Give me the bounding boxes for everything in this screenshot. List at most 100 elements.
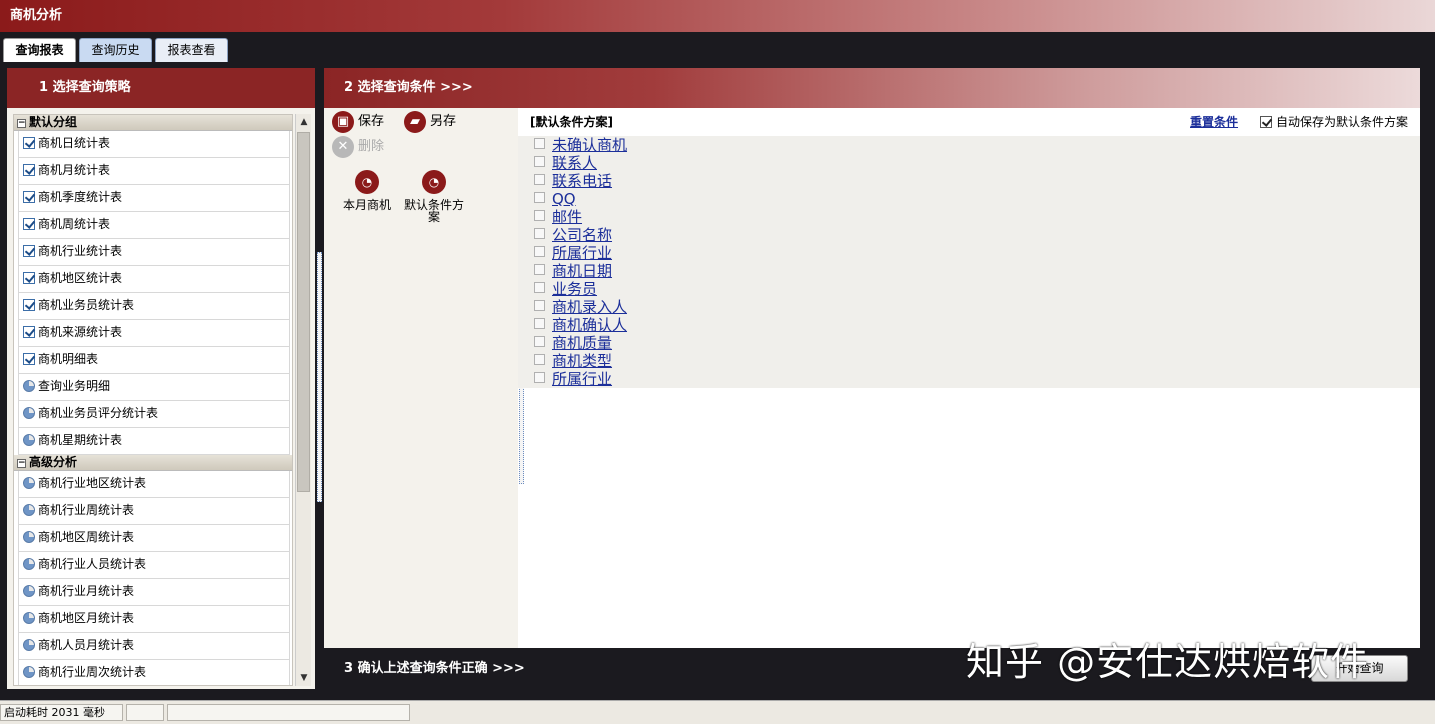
strategy-item[interactable]: 商机地区统计表 [18, 266, 290, 293]
condition-checkbox[interactable] [534, 156, 545, 167]
condition-link[interactable]: 联系电话 [552, 172, 612, 190]
condition-checkbox[interactable] [534, 228, 545, 239]
left-splitter[interactable] [317, 252, 322, 502]
strategy-item[interactable]: 商机季度统计表 [18, 185, 290, 212]
check-icon [23, 272, 35, 284]
tree-group-header[interactable]: − 默认分组 [14, 115, 292, 131]
strategy-item[interactable]: 商机人员月统计表 [18, 633, 290, 660]
condition-item: 公司名称 [534, 227, 1420, 245]
scroll-thumb[interactable] [297, 132, 310, 492]
strategy-item[interactable]: 商机明细表 [18, 347, 290, 374]
condition-checkbox[interactable] [534, 354, 545, 365]
check-icon [23, 353, 35, 365]
reset-conditions-link[interactable]: 重置条件 [1190, 108, 1238, 136]
strategy-item[interactable]: 商机来源统计表 [18, 320, 290, 347]
scroll-down-icon[interactable]: ▼ [296, 670, 312, 686]
scheme-title: [默认条件方案] [530, 115, 613, 129]
condition-checkbox[interactable] [534, 246, 545, 257]
condition-area: [默认条件方案] 重置条件 自动保存为默认条件方案 未确认商机 联系人 联系电话 QQ… [518, 108, 1420, 648]
condition-item: 所属行业 [534, 245, 1420, 263]
pie-icon [23, 612, 35, 624]
scheme-default[interactable]: ◔ 默认条件方案 [399, 170, 469, 223]
condition-link[interactable]: 业务员 [552, 280, 597, 298]
condition-checkbox[interactable] [534, 372, 545, 383]
strategy-item-label: 商机业务员评分统计表 [38, 406, 159, 420]
window-title: 商机分析 [0, 0, 1435, 32]
condition-link[interactable]: 商机类型 [552, 352, 612, 370]
strategy-item[interactable]: 商机星期统计表 [18, 428, 290, 455]
delete-button[interactable]: ✕ 删除 [332, 134, 384, 160]
condition-link[interactable]: 商机质量 [552, 334, 612, 352]
condition-link[interactable]: 邮件 [552, 208, 582, 226]
check-icon [23, 326, 35, 338]
strategy-item[interactable]: 商机行业周统计表 [18, 498, 290, 525]
strategy-item-label: 商机地区周统计表 [38, 530, 135, 544]
strategy-item[interactable]: 商机日统计表 [18, 131, 290, 158]
watermark: 知乎 @安仕达烘焙软件 [966, 640, 1370, 684]
pie-icon [23, 585, 35, 597]
step1-header: 1 选择查询策略 [7, 68, 315, 108]
strategy-item[interactable]: 商机地区月统计表 [18, 606, 290, 633]
tab-report-view[interactable]: 报表查看 [155, 38, 228, 62]
condition-item: 所属行业 [534, 371, 1420, 389]
step2-header: 2 选择查询条件 >>> [324, 68, 1420, 108]
strategy-item[interactable]: 商机行业周次统计表 [18, 660, 290, 685]
scheme-title-row: [默认条件方案] 重置条件 自动保存为默认条件方案 [518, 108, 1420, 136]
condition-checkbox[interactable] [534, 210, 545, 221]
condition-checkbox[interactable] [534, 336, 545, 347]
tab-query-history[interactable]: 查询历史 [79, 38, 152, 62]
condition-link[interactable]: 商机确认人 [552, 316, 627, 334]
strategy-item[interactable]: 商机业务员评分统计表 [18, 401, 290, 428]
tab-bar: 查询报表 查询历史 报表查看 [0, 32, 1435, 63]
strategy-scrollbar[interactable]: ▲ ▼ [295, 114, 311, 686]
scheme-label: 本月商机 [342, 198, 391, 212]
condition-item: 未确认商机 [534, 137, 1420, 155]
pie-icon [23, 639, 35, 651]
condition-checkbox[interactable] [534, 192, 545, 203]
condition-link[interactable]: 所属行业 [552, 244, 612, 262]
status-panel-2 [126, 704, 164, 721]
strategy-item-label: 商机行业周次统计表 [38, 665, 147, 679]
pie-icon [23, 531, 35, 543]
strategy-item-label: 商机日统计表 [38, 136, 111, 150]
strategy-item[interactable]: 商机行业统计表 [18, 239, 290, 266]
strategy-item-label: 商机周统计表 [38, 217, 111, 231]
status-bar: 启动耗时 2031 毫秒 [0, 700, 1435, 724]
autosave-checkbox[interactable]: 自动保存为默认条件方案 [1260, 108, 1408, 136]
pie-chart-icon: ◔ [355, 170, 379, 194]
strategy-item[interactable]: 商机业务员统计表 [18, 293, 290, 320]
strategy-item[interactable]: 商机行业月统计表 [18, 579, 290, 606]
scroll-up-icon[interactable]: ▲ [296, 114, 312, 130]
collapse-icon[interactable]: − [17, 459, 26, 468]
checkbox-checked-icon [1260, 116, 1272, 128]
strategy-item[interactable]: 查询业务明细 [18, 374, 290, 401]
strategy-item[interactable]: 商机周统计表 [18, 212, 290, 239]
condition-item: 联系电话 [534, 173, 1420, 191]
scheme-this-month[interactable]: ◔ 本月商机 [332, 170, 402, 211]
save-as-button[interactable]: ▰ 另存 [404, 109, 456, 135]
condition-checkbox[interactable] [534, 282, 545, 293]
condition-checkbox[interactable] [534, 264, 545, 275]
condition-link[interactable]: 商机日期 [552, 262, 612, 280]
strategy-item-label: 商机月统计表 [38, 163, 111, 177]
condition-link[interactable]: 联系人 [552, 154, 597, 172]
condition-checkbox[interactable] [534, 174, 545, 185]
condition-link[interactable]: 商机录入人 [552, 298, 627, 316]
condition-item: 商机确认人 [534, 317, 1420, 335]
strategy-item[interactable]: 商机月统计表 [18, 158, 290, 185]
tree-group-header[interactable]: − 高级分析 [14, 455, 292, 471]
condition-link[interactable]: 未确认商机 [552, 136, 627, 154]
save-button[interactable]: ▣ 保存 [332, 109, 384, 135]
condition-link[interactable]: QQ [552, 190, 576, 208]
collapse-icon[interactable]: − [17, 119, 26, 128]
tab-query-report[interactable]: 查询报表 [3, 38, 76, 63]
strategy-item[interactable]: 商机行业人员统计表 [18, 552, 290, 579]
strategy-item[interactable]: 商机地区周统计表 [18, 525, 290, 552]
strategy-item-label: 商机地区月统计表 [38, 611, 135, 625]
condition-link[interactable]: 公司名称 [552, 226, 612, 244]
condition-checkbox[interactable] [534, 138, 545, 149]
condition-checkbox[interactable] [534, 300, 545, 311]
condition-link[interactable]: 所属行业 [552, 370, 612, 388]
strategy-item[interactable]: 商机行业地区统计表 [18, 471, 290, 498]
condition-checkbox[interactable] [534, 318, 545, 329]
